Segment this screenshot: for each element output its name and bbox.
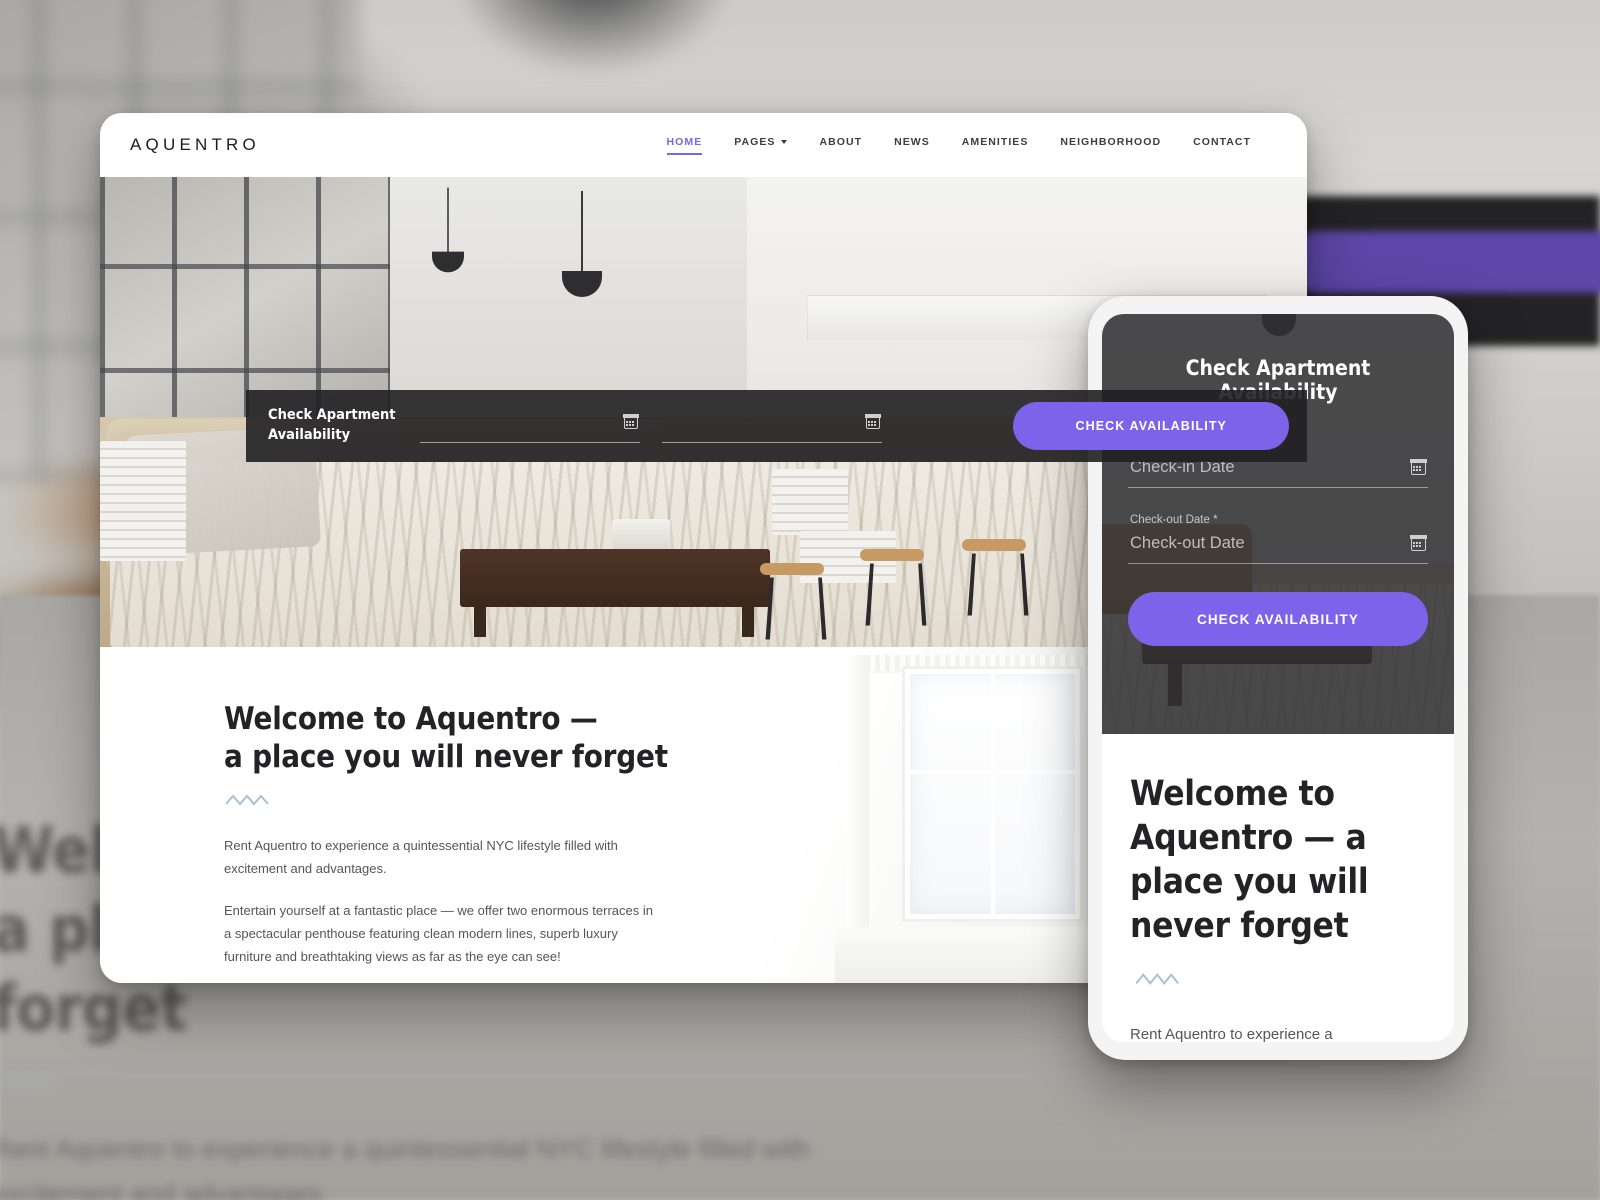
mobile-welcome-paragraph-1: Rent Aquentro to experience a quintessen… [1130, 1026, 1333, 1042]
zigzag-divider-icon [2, 1075, 56, 1088]
hero-bar-stool-3 [962, 539, 1026, 551]
checkout-date-label: Check-out Date * [1130, 514, 1218, 526]
background-paragraph-1: Rent Aquentro to experience a quintessen… [0, 1134, 810, 1200]
zigzag-divider-icon [1135, 973, 1180, 986]
booking-title-line1: Check Apartment [268, 407, 396, 424]
nav-item-neighborhood-label: NEIGHBORHOOD [1060, 135, 1162, 148]
calendar-icon[interactable] [623, 414, 639, 434]
hero-pendant-lamp-1 [432, 251, 464, 273]
booking-title-line2: Availability [268, 427, 351, 443]
mobile-check-availability-button[interactable]: CHECK AVAILABILITY [1128, 592, 1428, 646]
chevron-down-icon [781, 139, 788, 144]
nav-item-contact-label: CONTACT [1193, 135, 1251, 148]
mockup-stage: Welcome to Aquentro — a place you will n… [0, 0, 1600, 1200]
mobile-checkin-date-input[interactable]: Check-in Date [1128, 458, 1428, 488]
checkin-date-input[interactable] [420, 409, 640, 443]
nav-item-contact[interactable]: CONTACT [1193, 136, 1251, 155]
nav-item-neighborhood[interactable]: NEIGHBORHOOD [1060, 136, 1161, 155]
mobile-booking-form: Check Apartment Availability Check-in Da… [1102, 314, 1454, 734]
main-navigation: HOME PAGES ABOUT NEWS AMENITIES NEIGHBOR… [666, 135, 1277, 155]
nav-item-home-label: HOME [666, 135, 703, 148]
welcome-text-column: Welcome to Aquentro — a place you will n… [100, 647, 760, 983]
nav-item-news[interactable]: NEWS [894, 136, 930, 155]
booking-bar-title: Check Apartment Availability [268, 406, 398, 445]
zigzag-divider-icon [225, 794, 269, 806]
site-header: AQUENTRO HOME PAGES ABOUT NEWS AMENITIES [100, 113, 1307, 177]
nav-item-home[interactable]: HOME [666, 135, 703, 155]
mobile-checkout-date-input[interactable]: Check-out Date [1128, 534, 1428, 564]
hero-book-stack-2 [772, 469, 848, 535]
welcome-heading-line1: Welcome to Aquentro — [224, 701, 598, 737]
photo-window [905, 669, 1080, 919]
hero-book-stack-1 [100, 441, 186, 561]
calendar-icon[interactable] [1410, 535, 1427, 556]
checkout-date-placeholder: Check-out Date [1130, 534, 1245, 552]
nav-item-about-label: ABOUT [819, 135, 863, 148]
hero-bar-stool-2 [860, 549, 924, 561]
nav-item-pages[interactable]: PAGES [734, 135, 788, 155]
check-availability-button[interactable]: CHECK AVAILABILITY [1013, 402, 1289, 450]
welcome-heading: Welcome to Aquentro — a place you will n… [224, 701, 760, 777]
site-logo[interactable]: AQUENTRO [130, 135, 260, 155]
mobile-welcome-section: Welcome to Aquentro — a place you will n… [1102, 734, 1454, 1042]
checkout-date-input[interactable] [662, 409, 882, 443]
booking-bar: Check Apartment Availability CHECK AVAIL… [246, 390, 1307, 462]
welcome-paragraph-2: Entertain yourself at a fantastic place … [224, 902, 653, 965]
hero-pendant-lamp-2 [562, 271, 602, 297]
hero-coffee-table [460, 549, 770, 637]
nav-item-amenities[interactable]: AMENITIES [962, 136, 1029, 155]
nav-item-pages-label: PAGES [734, 135, 776, 148]
calendar-icon[interactable] [1410, 459, 1427, 480]
nav-item-amenities-label: AMENITIES [961, 135, 1029, 148]
background-check-availability-button [1287, 231, 1600, 293]
mobile-welcome-heading: Welcome to Aquentro — a place you will n… [1130, 774, 1369, 947]
nav-item-about[interactable]: ABOUT [819, 136, 862, 155]
hero-gift-boxes [612, 519, 670, 549]
welcome-paragraph-1: Rent Aquentro to experience a quintessen… [224, 837, 618, 876]
nav-item-news-label: NEWS [894, 135, 930, 148]
calendar-icon[interactable] [865, 414, 881, 434]
mobile-hero-photo: Check Apartment Availability Check-in Da… [1102, 314, 1454, 734]
hero-bar-stool-1 [760, 563, 824, 575]
welcome-heading-line2: a place you will never forget [224, 738, 668, 775]
